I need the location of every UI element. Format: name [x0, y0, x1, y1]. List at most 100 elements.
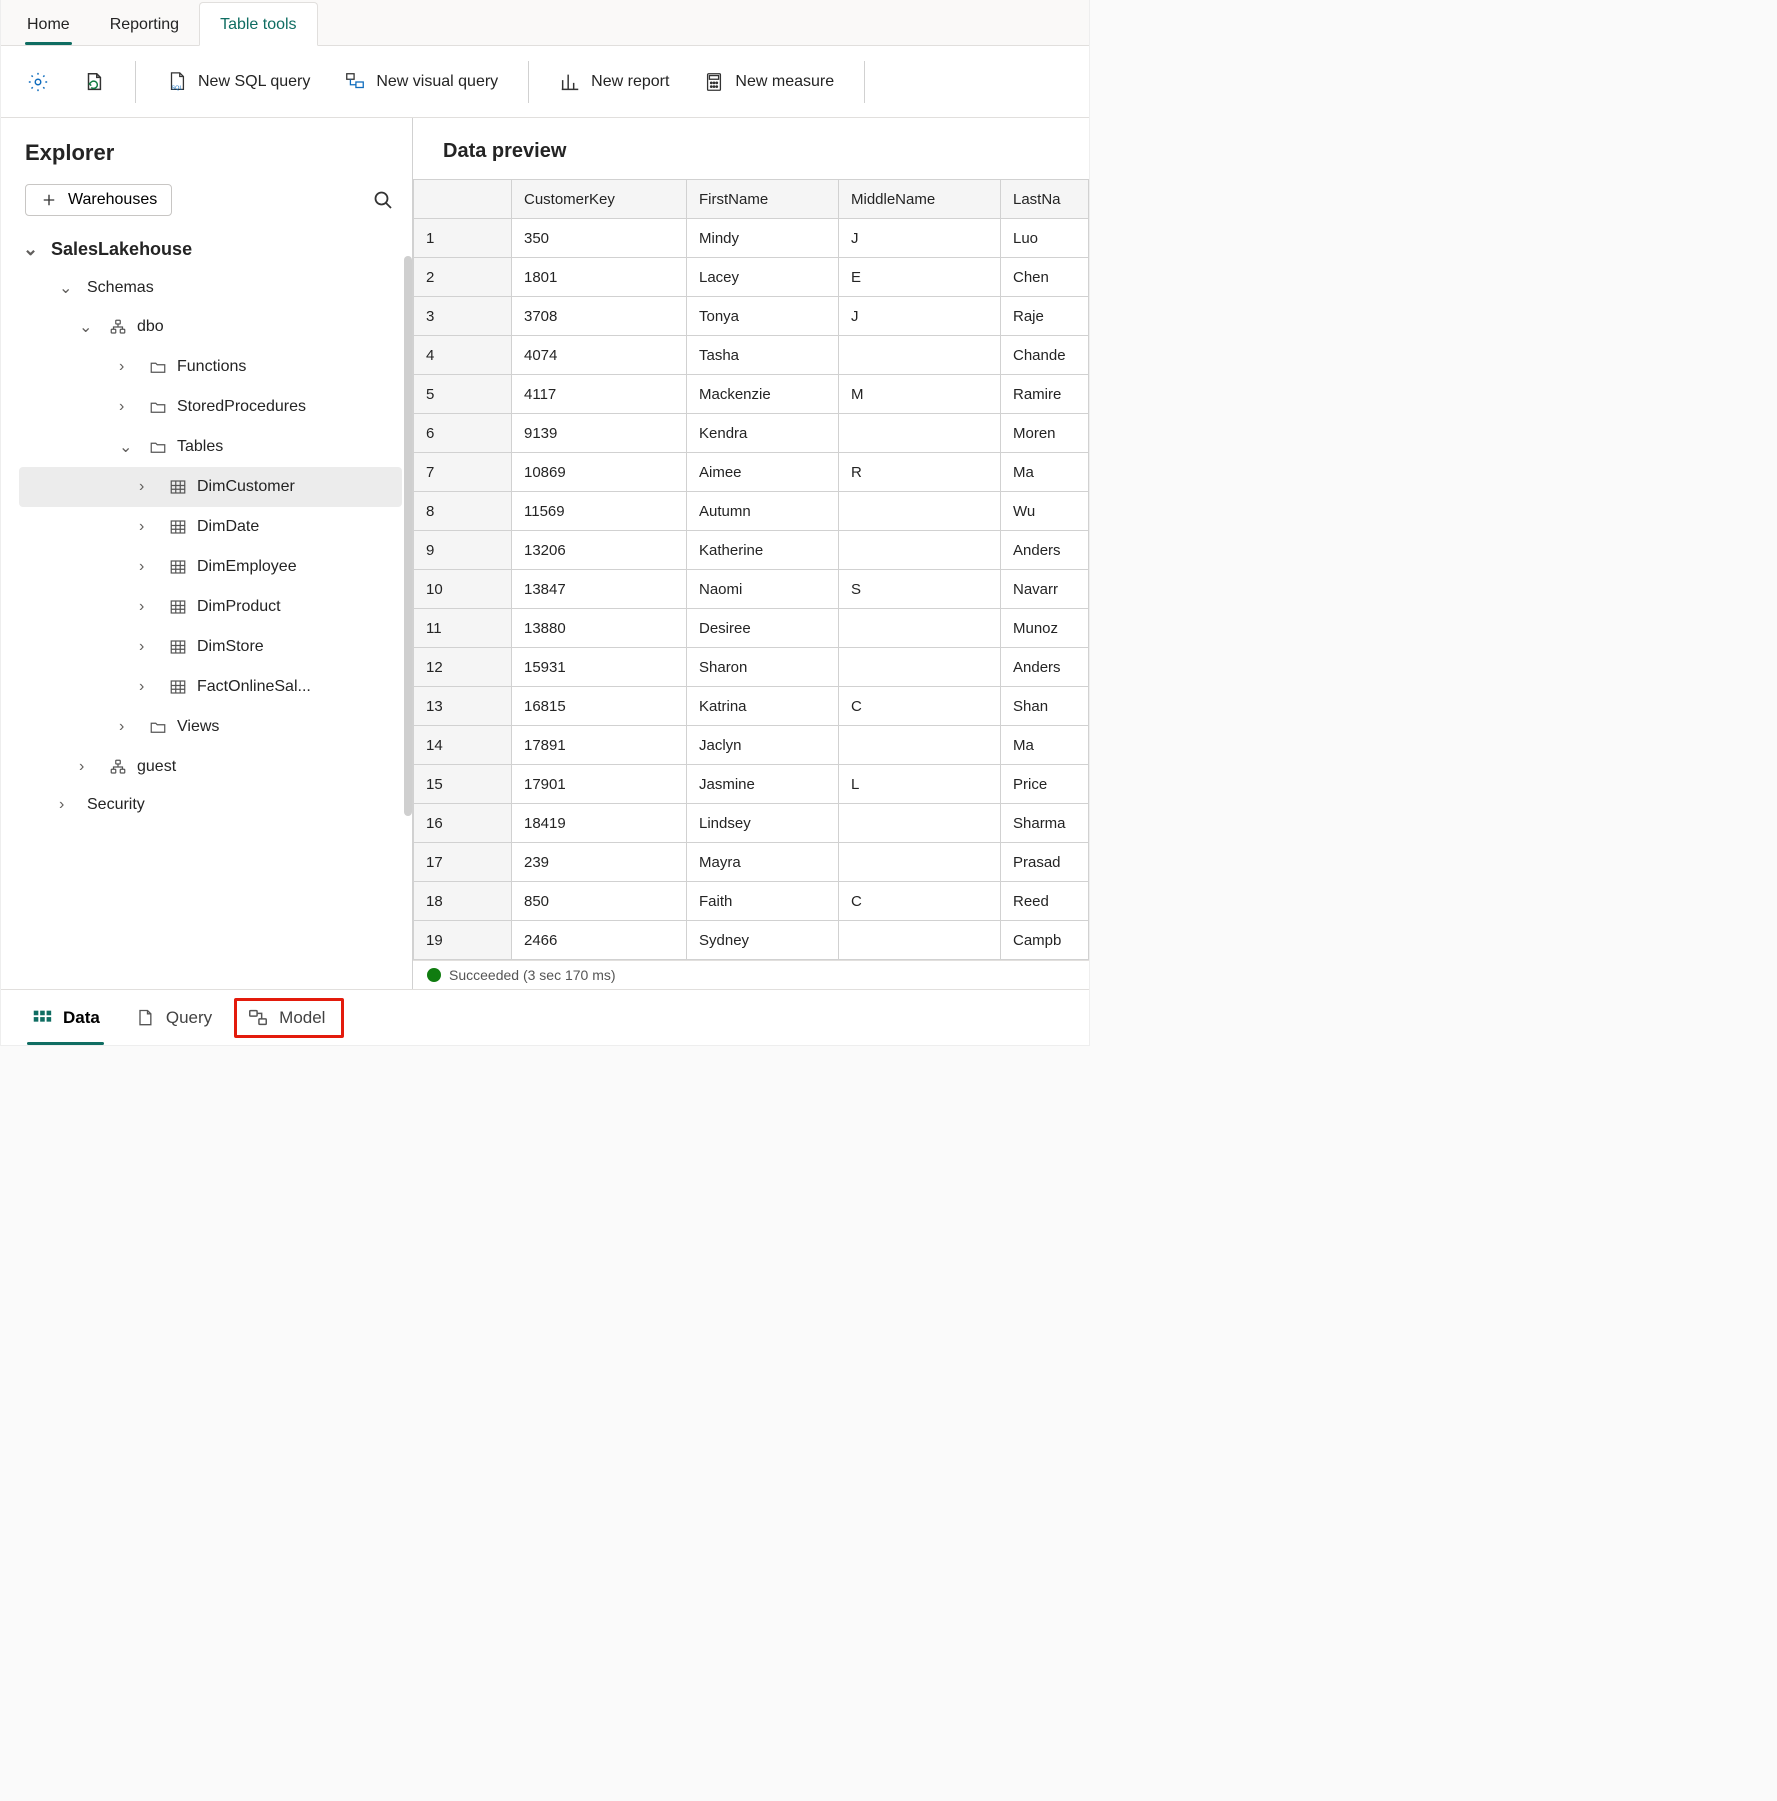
cell[interactable]: Lindsey: [687, 804, 839, 843]
table-row[interactable]: 44074TashaChande: [414, 336, 1089, 375]
view-tab-data[interactable]: Data: [19, 997, 112, 1039]
cell[interactable]: 3708: [512, 297, 687, 336]
cell[interactable]: Munoz: [1001, 609, 1089, 648]
cell[interactable]: S: [839, 570, 1001, 609]
tab-home[interactable]: Home: [7, 3, 90, 45]
cell[interactable]: Mindy: [687, 219, 839, 258]
table-row[interactable]: 1316815KatrinaCShan: [414, 687, 1089, 726]
cell[interactable]: 13847: [512, 570, 687, 609]
cell[interactable]: 16815: [512, 687, 687, 726]
tree-node-database[interactable]: ⌄ SalesLakehouse: [19, 230, 402, 269]
cell[interactable]: Tasha: [687, 336, 839, 375]
cell[interactable]: E: [839, 258, 1001, 297]
column-header[interactable]: CustomerKey: [512, 180, 687, 219]
table-row[interactable]: 69139KendraMoren: [414, 414, 1089, 453]
search-icon[interactable]: [370, 187, 396, 213]
table-row[interactable]: 18850FaithCReed: [414, 882, 1089, 921]
cell[interactable]: Wu: [1001, 492, 1089, 531]
tree-node-table[interactable]: ›DimStore: [19, 627, 402, 667]
add-warehouses-button[interactable]: Warehouses: [25, 184, 172, 216]
cell[interactable]: 350: [512, 219, 687, 258]
cell[interactable]: R: [839, 453, 1001, 492]
cell[interactable]: Anders: [1001, 531, 1089, 570]
cell[interactable]: 11569: [512, 492, 687, 531]
cell[interactable]: [839, 804, 1001, 843]
cell[interactable]: Shan: [1001, 687, 1089, 726]
cell[interactable]: Autumn: [687, 492, 839, 531]
cell[interactable]: Reed: [1001, 882, 1089, 921]
table-row[interactable]: 710869AimeeRMa: [414, 453, 1089, 492]
tab-table-tools[interactable]: Table tools: [199, 2, 318, 46]
cell[interactable]: 850: [512, 882, 687, 921]
tree-node-tables[interactable]: ⌄ Tables: [19, 427, 402, 467]
cell[interactable]: 4074: [512, 336, 687, 375]
tree-node-security[interactable]: › Security: [19, 787, 402, 823]
tree-node-dbo[interactable]: ⌄ dbo: [19, 307, 402, 347]
table-row[interactable]: 1013847NaomiSNavarr: [414, 570, 1089, 609]
tree-node-views[interactable]: › Views: [19, 707, 402, 747]
view-tab-model[interactable]: Model: [234, 998, 344, 1038]
table-row[interactable]: 192466SydneyCampb: [414, 921, 1089, 960]
cell[interactable]: Kendra: [687, 414, 839, 453]
tree-node-guest[interactable]: › guest: [19, 747, 402, 787]
cell[interactable]: Raje: [1001, 297, 1089, 336]
cell[interactable]: J: [839, 219, 1001, 258]
cell[interactable]: [839, 336, 1001, 375]
table-row[interactable]: 811569AutumnWu: [414, 492, 1089, 531]
cell[interactable]: M: [839, 375, 1001, 414]
tree-node-table[interactable]: ›DimEmployee: [19, 547, 402, 587]
cell[interactable]: C: [839, 687, 1001, 726]
cell[interactable]: Ramire: [1001, 375, 1089, 414]
cell[interactable]: Anders: [1001, 648, 1089, 687]
cell[interactable]: 17891: [512, 726, 687, 765]
tree-node-stored-procedures[interactable]: › StoredProcedures: [19, 387, 402, 427]
cell[interactable]: 17901: [512, 765, 687, 804]
cell[interactable]: [839, 921, 1001, 960]
cell[interactable]: J: [839, 297, 1001, 336]
scrollbar-thumb[interactable]: [404, 256, 412, 816]
cell[interactable]: Moren: [1001, 414, 1089, 453]
table-row[interactable]: 913206KatherineAnders: [414, 531, 1089, 570]
cell[interactable]: Chen: [1001, 258, 1089, 297]
new-sql-query-button[interactable]: SQL New SQL query: [156, 65, 320, 99]
cell[interactable]: [839, 531, 1001, 570]
cell[interactable]: Katrina: [687, 687, 839, 726]
cell[interactable]: [839, 609, 1001, 648]
cell[interactable]: Katherine: [687, 531, 839, 570]
cell[interactable]: 13206: [512, 531, 687, 570]
cell[interactable]: Mackenzie: [687, 375, 839, 414]
column-header[interactable]: [414, 180, 512, 219]
cell[interactable]: Desiree: [687, 609, 839, 648]
cell[interactable]: Chande: [1001, 336, 1089, 375]
cell[interactable]: 4117: [512, 375, 687, 414]
cell[interactable]: [839, 648, 1001, 687]
table-row[interactable]: 1113880DesireeMunoz: [414, 609, 1089, 648]
table-row[interactable]: 1618419LindseySharma: [414, 804, 1089, 843]
cell[interactable]: Sharon: [687, 648, 839, 687]
table-row[interactable]: 54117MackenzieMRamire: [414, 375, 1089, 414]
table-row[interactable]: 17239MayraPrasad: [414, 843, 1089, 882]
column-header[interactable]: LastNa: [1001, 180, 1089, 219]
cell[interactable]: Sydney: [687, 921, 839, 960]
cell[interactable]: 9139: [512, 414, 687, 453]
new-report-button[interactable]: New report: [549, 65, 679, 99]
cell[interactable]: Luo: [1001, 219, 1089, 258]
tab-reporting[interactable]: Reporting: [90, 3, 199, 45]
cell[interactable]: Aimee: [687, 453, 839, 492]
tree-node-table[interactable]: ›DimCustomer: [19, 467, 402, 507]
new-visual-query-button[interactable]: New visual query: [334, 65, 508, 99]
cell[interactable]: Faith: [687, 882, 839, 921]
cell[interactable]: [839, 492, 1001, 531]
table-row[interactable]: 1350MindyJLuo: [414, 219, 1089, 258]
cell[interactable]: Sharma: [1001, 804, 1089, 843]
tree-node-table[interactable]: ›DimDate: [19, 507, 402, 547]
table-row[interactable]: 1215931SharonAnders: [414, 648, 1089, 687]
cell[interactable]: Navarr: [1001, 570, 1089, 609]
cell[interactable]: Ma: [1001, 726, 1089, 765]
cell[interactable]: Jasmine: [687, 765, 839, 804]
cell[interactable]: Mayra: [687, 843, 839, 882]
cell[interactable]: Tonya: [687, 297, 839, 336]
tree-node-table[interactable]: ›FactOnlineSal...: [19, 667, 402, 707]
cell[interactable]: Campb: [1001, 921, 1089, 960]
cell[interactable]: 2466: [512, 921, 687, 960]
